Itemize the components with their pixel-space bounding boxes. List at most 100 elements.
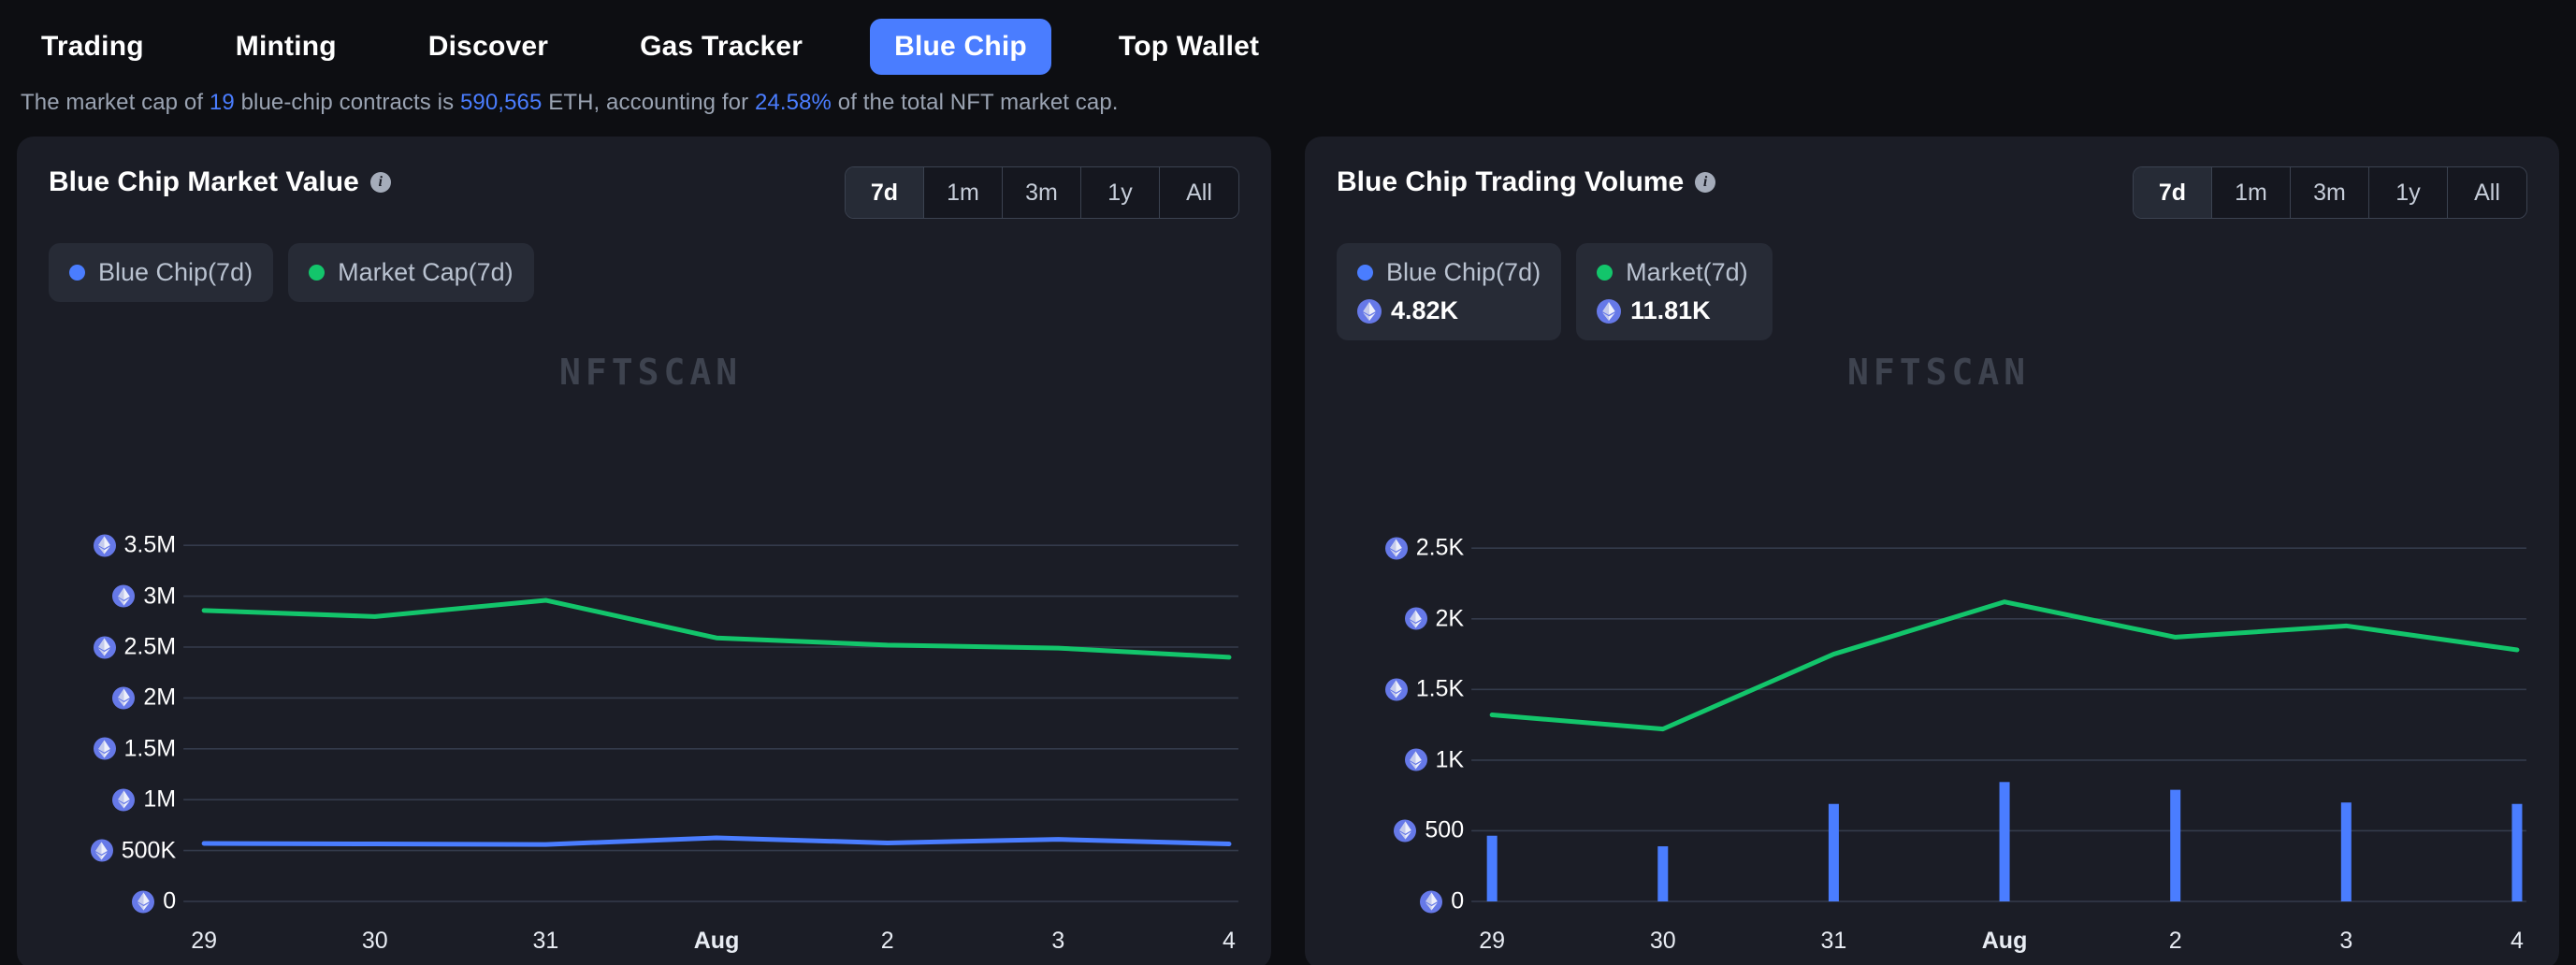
nftscan-watermark: NFTSCAN [559,352,743,393]
y-axis-tick: 0 [1305,888,1464,915]
y-axis-tick-label: 1.5K [1415,675,1465,702]
y-axis-tick: 2.5M [17,634,176,661]
legend-market[interactable]: Market(7d) 11.81K [1576,243,1773,340]
range-btn-3m[interactable]: 3m [1003,167,1081,218]
ethereum-icon [1394,819,1417,843]
volume-bar[interactable] [2170,789,2181,901]
legend-market-cap-label: Market Cap(7d) [338,258,514,286]
legend-market-value-group: 11.81K [1597,296,1752,325]
legend-blue-chip-label: Blue Chip(7d) [1386,258,1541,286]
y-axis-tick: 2M [17,684,176,712]
volume-bar[interactable] [1828,803,1839,901]
x-axis-tick-label: 30 [1649,928,1676,954]
nav-item-gas-tracker[interactable]: Gas Tracker [615,19,827,75]
y-axis-tick-label: 0 [163,887,177,915]
ethereum-icon [112,584,136,608]
y-axis-tick: 3M [17,583,176,610]
nav-item-discover[interactable]: Discover [404,19,572,75]
range-btn-all[interactable]: All [1160,167,1238,218]
left-card-header: Blue Chip Market Value i 7d 1m 3m 1y All [17,137,1271,219]
blue-chip-line [201,835,1232,847]
nav-item-minting[interactable]: Minting [211,19,361,75]
x-axis-tick-label: 2 [2168,928,2182,954]
legend-blue-chip[interactable]: Blue Chip(7d) 4.82K [1337,243,1562,340]
info-icon[interactable]: i [1695,172,1716,193]
y-axis-tick-label: 2.5M [123,633,177,660]
summary-text-2: blue-chip contracts is [234,90,460,115]
x-axis-tick-label: 4 [2511,928,2524,954]
x-axis-tick-label: 31 [1820,928,1847,954]
summary-market-cap: 590,565 [459,90,543,115]
y-axis-tick-label: 1M [143,785,177,813]
y-axis-tick-label: 500K [121,837,177,864]
ethereum-icon [1420,890,1443,913]
volume-bar[interactable] [2511,803,2523,901]
left-card-title-group: Blue Chip Market Value i [49,166,391,198]
legend-market-cap-top: Market Cap(7d) [309,258,514,287]
summary-percent: 24.58% [754,90,832,115]
ethereum-icon [1404,607,1427,630]
range-btn-all[interactable]: All [2448,167,2526,218]
ethereum-icon [112,788,136,812]
y-axis-tick: 500K [17,837,176,864]
y-axis-tick-label: 3.5M [123,531,177,558]
y-axis-tick: 1.5K [1305,676,1464,703]
summary-text-4: of the total NFT market cap. [831,90,1119,115]
market-cap-summary: The market cap of 19 blue-chip contracts… [0,86,2576,116]
main-nav: Trading Minting Discover Gas Tracker Blu… [0,0,2576,86]
legend-dot-blue-icon [1357,265,1373,281]
range-btn-7d[interactable]: 7d [2134,167,2212,218]
right-card-title-group: Blue Chip Trading Volume i [1337,166,1716,198]
ethereum-icon [1384,537,1408,560]
x-axis-tick-label: 2 [880,928,894,954]
range-btn-1m[interactable]: 1m [2212,167,2291,218]
left-legend-row: Blue Chip(7d) Market Cap(7d) [17,219,1271,302]
volume-bar[interactable] [1486,835,1498,901]
y-axis-tick: 1M [17,786,176,814]
legend-market-top: Market(7d) [1597,258,1752,287]
nav-item-blue-chip[interactable]: Blue Chip [870,19,1051,75]
right-card-header: Blue Chip Trading Volume i 7d 1m 3m 1y A… [1305,137,2559,219]
volume-bar[interactable] [2340,802,2352,901]
legend-blue-chip[interactable]: Blue Chip(7d) [49,243,274,302]
nav-item-top-wallet[interactable]: Top Wallet [1094,19,1283,75]
ethereum-icon [93,636,116,658]
legend-blue-chip-top: Blue Chip(7d) [1357,258,1541,287]
volume-bar[interactable] [1657,846,1669,901]
range-btn-1m[interactable]: 1m [924,167,1003,218]
x-axis-tick-label: Aug [1981,928,2028,954]
volume-bar[interactable] [1999,782,2010,901]
ethereum-icon [1404,748,1427,771]
legend-market-label: Market(7d) [1626,258,1748,286]
ethereum-icon [112,686,136,710]
blue-chip-market-value-card: Blue Chip Market Value i 7d 1m 3m 1y All… [17,137,1271,965]
range-btn-1y[interactable]: 1y [2369,167,2448,218]
left-range-selector: 7d 1m 3m 1y All [845,166,1239,219]
range-btn-1y[interactable]: 1y [1081,167,1160,218]
trading-volume-chart-plot: 0 500 1K 1.5K 2K 2.5K 29 30 31 Aug 2 3 4 [1305,492,2559,965]
y-axis-tick: 2K [1305,605,1464,632]
legend-blue-chip-label: Blue Chip(7d) [98,258,253,286]
y-axis-tick-label: 500 [1425,816,1465,843]
legend-blue-chip-value-group: 4.82K [1357,296,1541,325]
info-icon[interactable]: i [369,172,391,193]
ethereum-icon [90,839,113,862]
page-title: Blue Chip Trading Volume [1337,166,1685,197]
range-btn-7d[interactable]: 7d [846,167,924,218]
range-btn-3m[interactable]: 3m [2291,167,2369,218]
x-axis-tick-label: 29 [1479,928,1506,954]
x-axis-tick-label: 3 [2339,928,2353,954]
summary-contract-count: 19 [209,90,235,115]
y-axis-tick-label: 2M [143,684,177,711]
ethereum-icon [132,890,155,913]
nftscan-watermark: NFTSCAN [1847,352,2031,393]
nav-item-trading[interactable]: Trading [17,19,168,75]
y-axis-tick: 1.5M [17,735,176,762]
right-range-selector: 7d 1m 3m 1y All [2133,166,2527,219]
summary-text-1: The market cap of [21,90,210,115]
y-axis-tick-label: 2K [1435,605,1465,632]
x-axis-tick-label: 4 [1223,928,1236,954]
legend-market-cap[interactable]: Market Cap(7d) [288,243,534,302]
market-value-svg [183,544,1238,902]
market-value-chart-plot: 0 500K 1M 1.5M 2M 2.5M 3M 3.5M 29 30 31 Aug 2 3 4 [17,492,1271,965]
